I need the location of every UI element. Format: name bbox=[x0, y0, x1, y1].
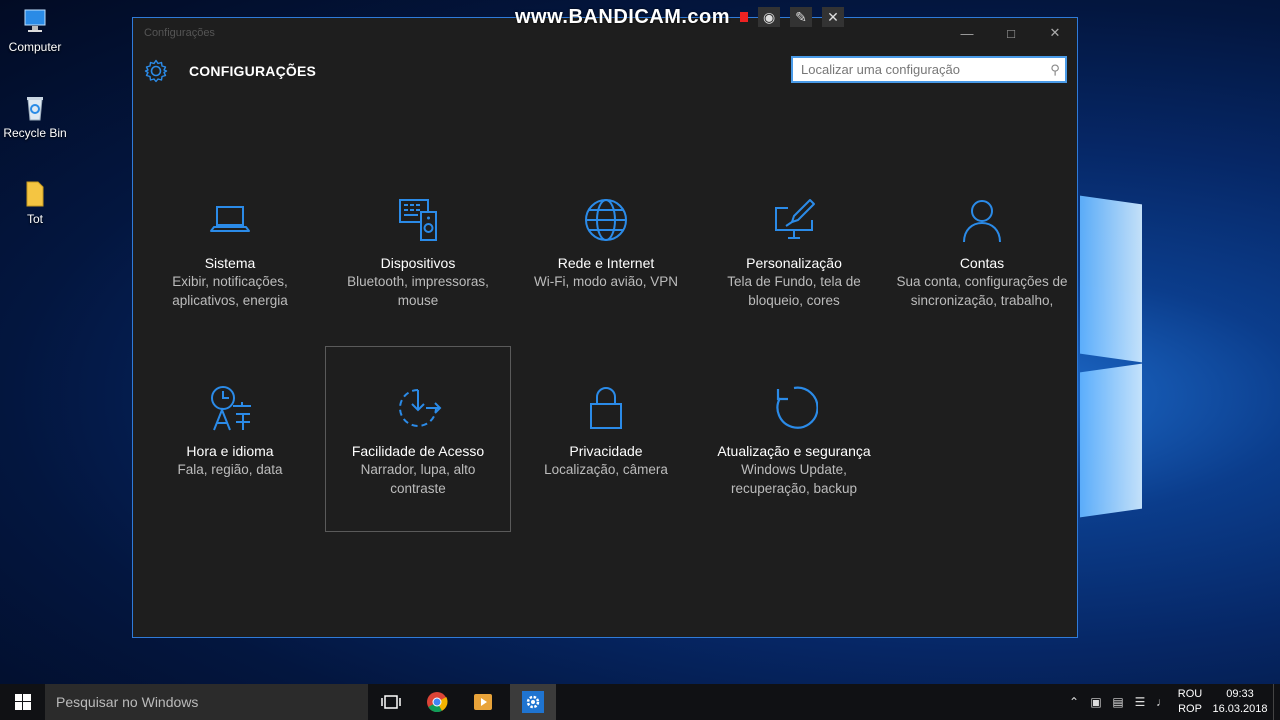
tile-sistema[interactable]: Sistema Exibir, notificações, aplicativo… bbox=[137, 196, 323, 310]
task-view-button[interactable] bbox=[368, 684, 414, 720]
tile-name: Privacidade bbox=[569, 443, 643, 459]
tile-name: Contas bbox=[959, 255, 1005, 271]
keyboard-layout: ROP bbox=[1178, 703, 1202, 715]
tile-name: Rede e Internet bbox=[557, 255, 655, 271]
page-title: CONFIGURAÇÕES bbox=[189, 63, 317, 79]
settings-window: Configurações — □ ✕ CONFIGURAÇÕES ⚲ Sist… bbox=[132, 17, 1078, 638]
person-icon bbox=[963, 200, 1001, 243]
window-title: Configurações bbox=[144, 27, 215, 39]
folder-icon bbox=[20, 180, 50, 208]
taskbar-search[interactable]: Pesquisar no Windows bbox=[45, 684, 368, 720]
ease-of-access-icon bbox=[399, 389, 442, 427]
taskbar-search-placeholder: Pesquisar no Windows bbox=[56, 694, 199, 710]
language-indicator[interactable]: ROU ROP bbox=[1173, 687, 1207, 717]
paint-icon bbox=[775, 199, 815, 239]
recycle-bin-icon bbox=[20, 94, 50, 122]
tile-name: Facilidade de Acesso bbox=[351, 443, 485, 459]
language-code: ROU bbox=[1177, 688, 1203, 700]
tile-description: Localização, câmera bbox=[544, 462, 668, 477]
tile-description: Windows Update, recuperação, backup bbox=[730, 462, 858, 496]
taskbar: Pesquisar no Windows ⌃ ▣ ▤ ☰ ♩ ROU ROP 0… bbox=[0, 684, 1280, 720]
tile-description: Bluetooth, impressoras, mouse bbox=[347, 274, 489, 308]
tile-name: Atualização e segurança bbox=[717, 443, 871, 459]
taskbar-settings[interactable] bbox=[510, 684, 556, 720]
minimize-button[interactable]: — bbox=[945, 18, 989, 48]
record-indicator-icon bbox=[740, 12, 749, 22]
tile-atualizacao-seguranca[interactable]: Atualização e segurança Windows Update, … bbox=[701, 384, 887, 498]
tile-description: Wi-Fi, modo avião, VPN bbox=[533, 274, 679, 289]
taskbar-chrome[interactable] bbox=[414, 684, 460, 720]
tile-name: Hora e idioma bbox=[186, 443, 274, 459]
tile-personalizacao[interactable]: Personalização Tela de Fundo, tela de bl… bbox=[701, 196, 887, 310]
laptop-icon bbox=[210, 206, 250, 232]
tile-description: Fala, região, data bbox=[177, 462, 283, 477]
tile-privacidade[interactable]: Privacidade Localização, câmera bbox=[513, 384, 699, 479]
desktop-icon-tot[interactable]: Tot bbox=[0, 180, 70, 226]
camera-icon[interactable]: ◉ bbox=[758, 7, 781, 27]
system-tray: ⌃ ▣ ▤ ☰ ♩ ROU ROP 09:33 16.03.2018 bbox=[1063, 684, 1280, 720]
tile-description: Tela de Fundo, tela de bloqueio, cores bbox=[727, 274, 861, 308]
desktop-icon-label: Tot bbox=[26, 212, 43, 226]
window-controls: — □ ✕ bbox=[945, 18, 1077, 48]
recorder-watermark: www.BANDICAM.com bbox=[515, 5, 731, 28]
tile-name: Personalização bbox=[746, 255, 842, 271]
network-icon[interactable]: ▤ bbox=[1107, 695, 1129, 709]
lock-icon bbox=[590, 387, 622, 429]
tray-app-icon[interactable]: ▣ bbox=[1085, 695, 1107, 709]
tile-description: Exibir, notificações, aplicativos, energ… bbox=[172, 274, 288, 308]
tile-facilidade-acesso[interactable]: Facilidade de Acesso Narrador, lupa, alt… bbox=[325, 346, 511, 532]
windows-logo-icon bbox=[14, 694, 31, 710]
gear-icon bbox=[144, 59, 168, 83]
taskbar-media-player[interactable] bbox=[460, 684, 506, 720]
show-hidden-icons-icon[interactable]: ⌃ bbox=[1063, 695, 1085, 709]
tile-contas[interactable]: Contas Sua conta, configurações de sincr… bbox=[889, 196, 1075, 310]
tile-dispositivos[interactable]: Dispositivos Bluetooth, impressoras, mou… bbox=[325, 196, 511, 310]
close-overlay-icon[interactable]: ✕ bbox=[822, 7, 845, 27]
chrome-icon bbox=[427, 692, 448, 713]
close-button[interactable]: ✕ bbox=[1033, 18, 1077, 48]
wallpaper-light-beam bbox=[1080, 363, 1142, 518]
devices-icon bbox=[399, 199, 437, 241]
volume-icon[interactable]: ♩ bbox=[1151, 695, 1173, 709]
search-input[interactable] bbox=[793, 61, 1045, 78]
tile-hora-idioma[interactable]: Hora e idioma Fala, região, data bbox=[137, 384, 323, 479]
clock-time: 09:33 bbox=[1226, 688, 1254, 700]
pencil-icon[interactable]: ✎ bbox=[790, 7, 813, 27]
computer-icon bbox=[20, 8, 50, 36]
clock-date: 16.03.2018 bbox=[1212, 703, 1268, 715]
desktop-icon-label: Computer bbox=[8, 40, 62, 54]
tile-description: Sua conta, configurações de sincronizaçã… bbox=[896, 274, 1068, 308]
maximize-button[interactable]: □ bbox=[989, 18, 1033, 48]
desktop-icon-recycle-bin[interactable]: Recycle Bin bbox=[0, 94, 70, 140]
action-center-icon[interactable]: ☰ bbox=[1129, 695, 1151, 709]
show-desktop-button[interactable] bbox=[1273, 684, 1280, 720]
clock[interactable]: 09:33 16.03.2018 bbox=[1207, 687, 1273, 717]
settings-search: ⚲ bbox=[791, 56, 1067, 83]
start-button[interactable] bbox=[0, 684, 45, 720]
wallpaper-light-beam bbox=[1080, 195, 1142, 363]
task-view-icon bbox=[381, 695, 401, 709]
tile-description: Narrador, lupa, alto contraste bbox=[360, 462, 476, 496]
tile-name: Sistema bbox=[204, 255, 256, 271]
globe-icon bbox=[585, 199, 627, 241]
tile-rede-internet[interactable]: Rede e Internet Wi-Fi, modo avião, VPN bbox=[513, 196, 699, 291]
settings-header: CONFIGURAÇÕES bbox=[143, 58, 316, 84]
desktop-icon-computer[interactable]: Computer bbox=[0, 8, 70, 54]
recorder-overlay: www.BANDICAM.com ◉ ✎ ✕ bbox=[515, 5, 845, 29]
desktop-icon-label: Recycle Bin bbox=[3, 126, 67, 140]
settings-gear-icon bbox=[522, 691, 544, 713]
refresh-icon bbox=[776, 386, 818, 429]
search-icon[interactable]: ⚲ bbox=[1045, 62, 1065, 78]
clock-language-icon bbox=[211, 386, 251, 431]
media-player-icon bbox=[474, 694, 492, 710]
tile-name: Dispositivos bbox=[380, 255, 456, 271]
